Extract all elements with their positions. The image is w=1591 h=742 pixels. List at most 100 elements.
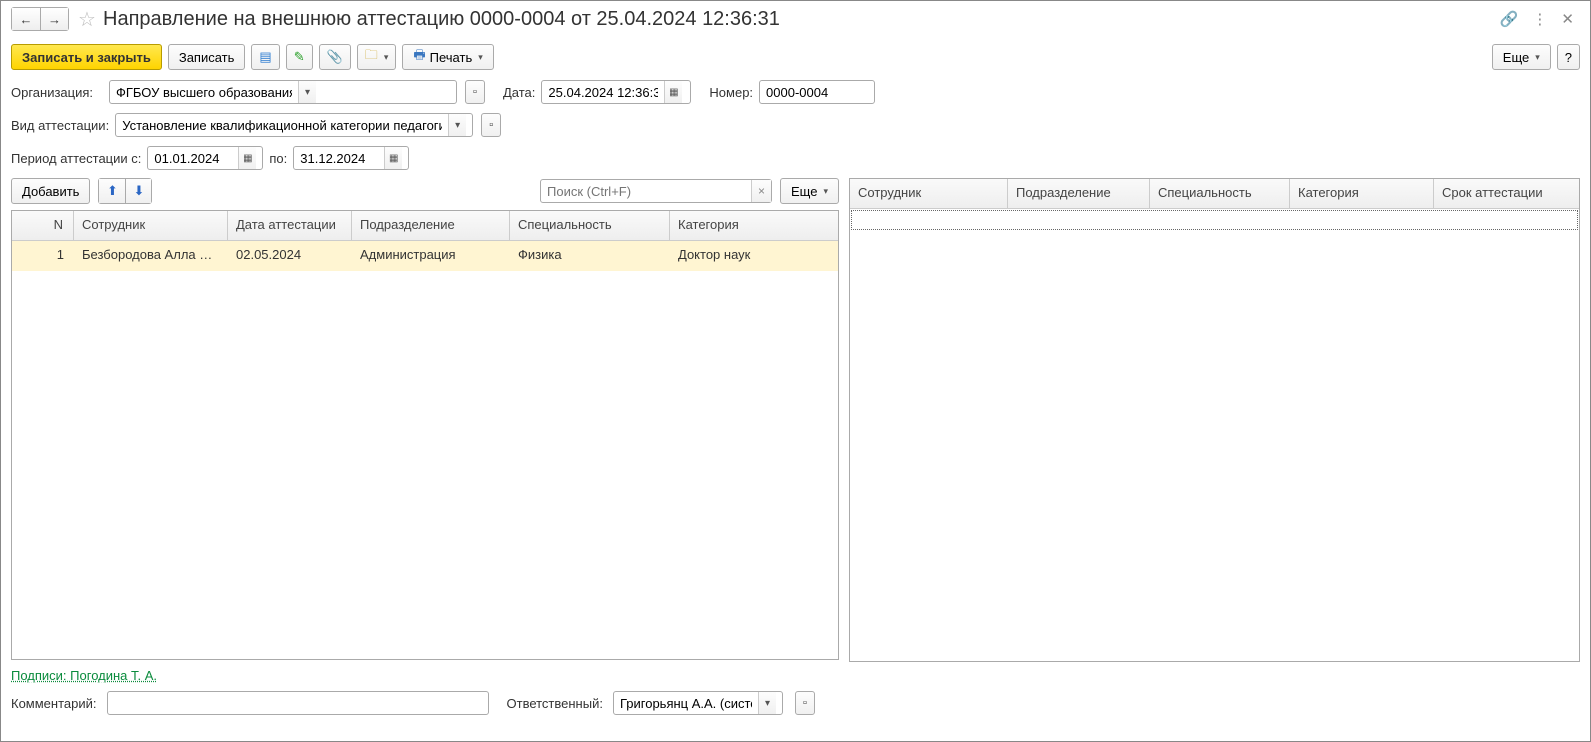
right-pane: Сотрудник Подразделение Специальность Ка…	[849, 178, 1580, 662]
number-label: Номер:	[709, 85, 753, 100]
calendar-icon[interactable]: ▦	[384, 147, 402, 169]
col-department[interactable]: Подразделение	[352, 211, 510, 240]
move-up-button[interactable]: ⬆	[99, 179, 125, 203]
kebab-menu-icon[interactable]: ⋮	[1532, 10, 1547, 28]
print-label: Печать	[430, 50, 473, 65]
back-button[interactable]: ←	[12, 8, 40, 30]
forward-button[interactable]: →	[40, 8, 68, 30]
number-input[interactable]	[760, 81, 870, 103]
arrow-right-icon: →	[48, 12, 61, 27]
attestation-type-label: Вид аттестации:	[11, 118, 109, 133]
dropdown-button[interactable]: ▾	[448, 114, 466, 136]
signatures-link[interactable]: Подписи: Погодина Т. А.	[11, 668, 157, 683]
main-toolbar: Записать и закрыть Записать ▤ ✎ 📎 🗀▾ 🖶Пе…	[1, 37, 1590, 77]
marker-icon: ✎	[294, 49, 305, 65]
link-icon[interactable]: 🔗	[1500, 10, 1519, 28]
date-input[interactable]	[542, 81, 664, 103]
cell-speciality: Физика	[510, 241, 670, 271]
clear-search-button[interactable]: ×	[751, 180, 771, 202]
more-button[interactable]: Еще ▾	[1492, 44, 1551, 70]
organization-input[interactable]	[110, 81, 298, 103]
dropdown-button[interactable]: ▾	[758, 692, 776, 714]
nav-group: ← →	[11, 7, 69, 31]
period-from-field[interactable]: ▦	[147, 146, 263, 170]
col-speciality[interactable]: Специальность	[510, 211, 670, 240]
period-to-input[interactable]	[294, 147, 384, 169]
col-attestation-date[interactable]: Дата аттестации	[228, 211, 352, 240]
responsible-input[interactable]	[614, 692, 758, 714]
printer-icon: 🖶	[413, 46, 425, 68]
save-and-close-button[interactable]: Записать и закрыть	[11, 44, 162, 70]
form-area: Организация: ▾ ▫ Дата: ▦ Номер: Вид атте…	[1, 77, 1590, 171]
chevron-down-icon: ▾	[1535, 52, 1540, 63]
title-bar: ← → ☆ Направление на внешнюю аттестацию …	[1, 1, 1590, 37]
chevron-down-icon: ▾	[478, 52, 483, 63]
open-reference-button[interactable]: ▫	[465, 80, 485, 104]
col-department[interactable]: Подразделение	[1008, 179, 1150, 208]
col-n[interactable]: N	[12, 211, 74, 240]
open-reference-button[interactable]: ▫	[795, 691, 815, 715]
calendar-icon[interactable]: ▦	[664, 81, 682, 103]
search-box[interactable]: ×	[540, 179, 772, 203]
search-input[interactable]	[541, 180, 751, 202]
number-field[interactable]	[759, 80, 875, 104]
arrow-left-icon: ←	[20, 12, 33, 27]
move-down-button[interactable]: ⬇	[125, 179, 151, 203]
col-employee[interactable]: Сотрудник	[74, 211, 228, 240]
period-from-input[interactable]	[148, 147, 238, 169]
folder-icon: 🗀	[365, 46, 378, 68]
favorite-star-icon[interactable]: ☆	[77, 9, 97, 29]
dropdown-button[interactable]: ▾	[298, 81, 316, 103]
save-button[interactable]: Записать	[168, 44, 246, 70]
period-to-label: по:	[269, 151, 287, 166]
close-icon[interactable]: ✕	[1561, 10, 1574, 28]
comment-input[interactable]	[108, 692, 484, 714]
left-table[interactable]: N Сотрудник Дата аттестации Подразделени…	[11, 210, 839, 660]
document-mode-button[interactable]: ▤	[251, 44, 279, 70]
header-actions: 🔗 ⋮ ✕	[1500, 10, 1580, 28]
footer: Подписи: Погодина Т. А. Комментарий: Отв…	[1, 662, 1590, 721]
page-title: Направление на внешнюю аттестацию 0000-0…	[103, 8, 1500, 31]
cell-date: 02.05.2024	[228, 241, 352, 271]
period-from-label: Период аттестации с:	[11, 151, 141, 166]
left-pane: Добавить ⬆ ⬇ × Еще▾ N Сотрудник Дата атт…	[11, 178, 839, 662]
fill-button[interactable]: 🗀▾	[357, 44, 397, 70]
col-employee[interactable]: Сотрудник	[850, 179, 1008, 208]
attestation-type-input[interactable]	[116, 114, 448, 136]
more-label: Еще	[791, 184, 817, 199]
responsible-label: Ответственный:	[507, 696, 603, 711]
open-reference-button[interactable]: ▫	[481, 113, 501, 137]
cell-employee: Безбородова Алла Се...	[74, 241, 228, 271]
more-label: Еще	[1503, 50, 1529, 65]
cell-department: Администрация	[352, 241, 510, 271]
paperclip-icon: 📎	[327, 49, 343, 65]
empty-selection-row[interactable]	[851, 210, 1578, 230]
left-toolbar: Добавить ⬆ ⬇ × Еще▾	[11, 178, 839, 204]
comment-label: Комментарий:	[11, 696, 97, 711]
col-category[interactable]: Категория	[1290, 179, 1434, 208]
move-buttons: ⬆ ⬇	[98, 178, 152, 204]
responsible-field[interactable]: ▾	[613, 691, 783, 715]
cell-category: Доктор наук	[670, 241, 838, 271]
left-more-button[interactable]: Еще▾	[780, 178, 839, 204]
comment-field[interactable]	[107, 691, 489, 715]
period-to-field[interactable]: ▦	[293, 146, 409, 170]
chevron-down-icon: ▾	[384, 52, 389, 63]
print-button[interactable]: 🖶 Печать ▾	[402, 44, 493, 70]
date-label: Дата:	[503, 85, 535, 100]
attestation-type-field[interactable]: ▾	[115, 113, 473, 137]
col-speciality[interactable]: Специальность	[1150, 179, 1290, 208]
right-table[interactable]: Сотрудник Подразделение Специальность Ка…	[849, 178, 1580, 662]
right-table-header: Сотрудник Подразделение Специальность Ка…	[850, 179, 1579, 209]
date-field[interactable]: ▦	[541, 80, 691, 104]
attach-button[interactable]: 📎	[319, 44, 351, 70]
table-row[interactable]: 1 Безбородова Алла Се... 02.05.2024 Адми…	[12, 241, 838, 271]
highlight-button[interactable]: ✎	[286, 44, 313, 70]
col-category[interactable]: Категория	[670, 211, 838, 240]
organization-field[interactable]: ▾	[109, 80, 457, 104]
help-button[interactable]: ?	[1557, 44, 1580, 70]
calendar-icon[interactable]: ▦	[238, 147, 256, 169]
col-term[interactable]: Срок аттестации	[1434, 179, 1579, 208]
add-button[interactable]: Добавить	[11, 178, 90, 204]
left-table-header: N Сотрудник Дата аттестации Подразделени…	[12, 211, 838, 241]
